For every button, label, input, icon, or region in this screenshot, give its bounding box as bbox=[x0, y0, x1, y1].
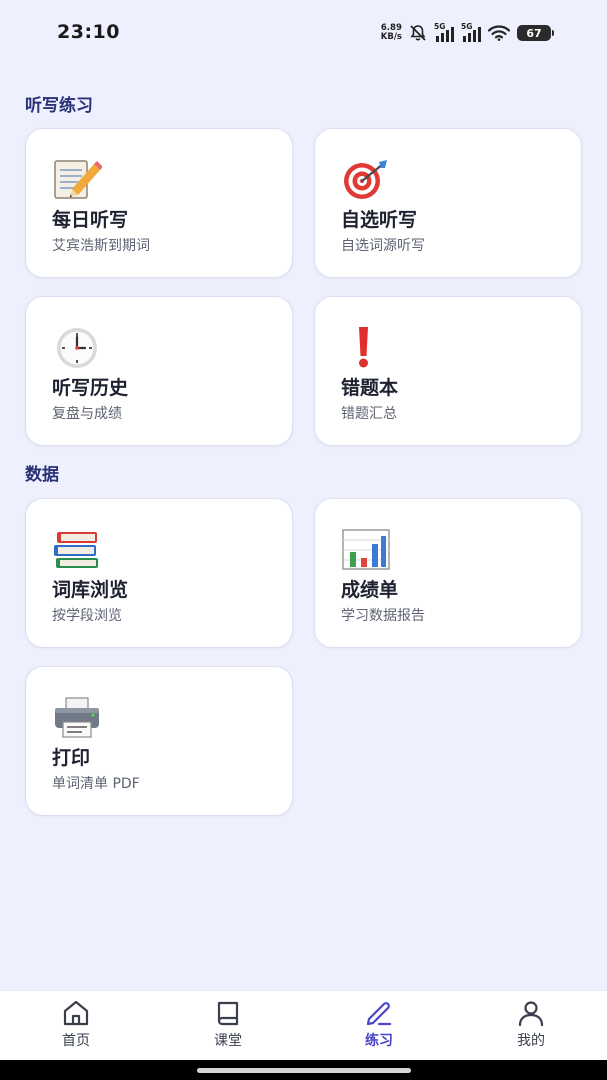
clock-icon bbox=[57, 328, 97, 368]
bar-chart-icon bbox=[342, 529, 390, 570]
status-icons: 6.89 KB/s 5G 5G 67 bbox=[380, 22, 554, 44]
system-nav-bar bbox=[0, 1060, 607, 1080]
user-icon bbox=[518, 1001, 544, 1027]
home-icon bbox=[63, 1000, 89, 1026]
battery-indicator: 67 bbox=[517, 25, 554, 41]
wifi-icon bbox=[488, 25, 510, 41]
card-mistake-book[interactable]: 错题本 错题汇总 bbox=[314, 296, 582, 446]
target-icon bbox=[344, 160, 387, 199]
card-report-card[interactable]: 成绩单 学习数据报告 bbox=[314, 498, 582, 648]
card-title: 打印 bbox=[52, 747, 91, 769]
network-speed: 6.89 KB/s bbox=[380, 23, 402, 42]
card-title: 成绩单 bbox=[341, 579, 399, 601]
signal-sim1-icon: 5G bbox=[434, 22, 454, 42]
card-subtitle: 艾宾浩斯到期词 bbox=[52, 238, 150, 254]
nav-item-profile[interactable]: 我的 bbox=[491, 999, 571, 1050]
card-subtitle: 学习数据报告 bbox=[341, 608, 425, 624]
card-custom-dictation[interactable]: 自选听写 自选词源听写 bbox=[314, 128, 582, 278]
signal-sim2-icon: 5G bbox=[461, 22, 481, 42]
nav-item-practice[interactable]: 练习 bbox=[339, 999, 419, 1050]
pencil-icon bbox=[366, 1002, 392, 1026]
card-title: 自选听写 bbox=[341, 209, 418, 231]
card-title: 词库浏览 bbox=[52, 579, 129, 601]
card-title: 错题本 bbox=[341, 377, 399, 399]
card-subtitle: 单词清单 PDF bbox=[52, 776, 140, 792]
book-icon bbox=[217, 1001, 239, 1026]
status-time: 23:10 bbox=[57, 21, 120, 43]
card-subtitle: 按学段浏览 bbox=[52, 608, 122, 624]
card-subtitle: 复盘与成绩 bbox=[52, 406, 122, 422]
section-title-data: 数据 bbox=[25, 465, 59, 485]
nav-item-home[interactable]: 首页 bbox=[36, 999, 116, 1050]
printer-icon bbox=[55, 697, 99, 738]
muted-bell-icon bbox=[410, 25, 426, 41]
card-word-library[interactable]: 词库浏览 按学段浏览 bbox=[25, 498, 293, 648]
nav-label: 课堂 bbox=[214, 1033, 242, 1049]
books-icon bbox=[54, 532, 98, 568]
card-daily-dictation[interactable]: 每日听写 艾宾浩斯到期词 bbox=[25, 128, 293, 278]
bottom-navigation: 首页 课堂 练习 我的 bbox=[0, 990, 607, 1060]
nav-item-classroom[interactable]: 课堂 bbox=[188, 999, 268, 1050]
card-title: 听写历史 bbox=[52, 377, 129, 399]
card-print[interactable]: 打印 单词清单 PDF bbox=[25, 666, 293, 816]
memo-icon bbox=[54, 160, 102, 199]
practice-screen: 23:10 6.89 KB/s 5G 5G 67 听写练习 每日听写 艾宾浩斯到… bbox=[0, 0, 607, 1080]
nav-label: 首页 bbox=[62, 1033, 90, 1049]
nav-label: 我的 bbox=[517, 1033, 545, 1049]
exclamation-icon bbox=[359, 327, 368, 368]
home-indicator[interactable] bbox=[197, 1068, 411, 1073]
status-bar: 23:10 6.89 KB/s 5G 5G 67 bbox=[0, 0, 607, 66]
card-title: 每日听写 bbox=[52, 209, 129, 231]
card-subtitle: 自选词源听写 bbox=[341, 238, 425, 254]
card-dictation-history[interactable]: 听写历史 复盘与成绩 bbox=[25, 296, 293, 446]
card-subtitle: 错题汇总 bbox=[341, 406, 397, 422]
section-title-dictation: 听写练习 bbox=[25, 96, 93, 116]
nav-label: 练习 bbox=[365, 1033, 393, 1049]
